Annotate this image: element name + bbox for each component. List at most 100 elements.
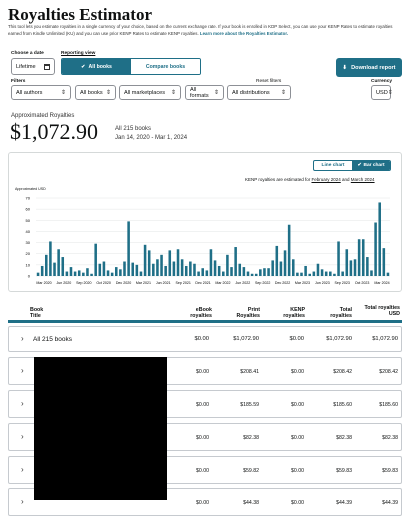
chart-bar[interactable] xyxy=(127,221,130,276)
chart-bar[interactable] xyxy=(61,257,65,276)
filter-marketplaces[interactable]: All marketplaces ⇕ xyxy=(119,85,181,100)
chart-bar[interactable] xyxy=(119,269,122,276)
date-picker[interactable]: Lifetime xyxy=(11,58,55,75)
chart-bar[interactable] xyxy=(94,243,97,276)
chart-bar[interactable] xyxy=(320,269,324,276)
chart-bar[interactable] xyxy=(193,263,196,276)
chart-bar[interactable] xyxy=(366,257,369,276)
chart-bar[interactable] xyxy=(382,248,386,276)
chart-bar[interactable] xyxy=(69,267,73,276)
chart-bar[interactable] xyxy=(209,249,213,276)
chart-bar[interactable] xyxy=(197,271,200,276)
chart-bar[interactable] xyxy=(308,273,312,276)
reset-filters-link[interactable]: Reset filters xyxy=(256,79,281,84)
all-books-toggle[interactable]: ✔ All books xyxy=(62,59,131,74)
chart-bar[interactable] xyxy=(300,272,303,276)
chart-bar[interactable] xyxy=(267,268,270,276)
chart-bar[interactable] xyxy=(160,254,163,276)
chart-bar[interactable] xyxy=(378,202,381,276)
chart-bar[interactable] xyxy=(180,259,184,276)
chart-bar[interactable] xyxy=(234,247,237,276)
chart-bar[interactable] xyxy=(106,270,110,276)
chart-bar[interactable] xyxy=(73,271,77,276)
chart-bar[interactable] xyxy=(304,265,307,276)
chart-bar[interactable] xyxy=(345,249,349,276)
chart-bar[interactable] xyxy=(164,265,167,276)
chart-bar[interactable] xyxy=(86,268,89,276)
chevron-right-icon[interactable]: › xyxy=(21,497,24,506)
chart-bar[interactable] xyxy=(246,271,250,276)
chart-bar[interactable] xyxy=(168,250,172,276)
chart-bar[interactable] xyxy=(40,265,44,276)
chart-bar[interactable] xyxy=(349,260,353,276)
currency-select[interactable]: USD ⇕ xyxy=(371,85,393,100)
chart-bar[interactable] xyxy=(213,260,217,276)
chart-bar[interactable] xyxy=(361,239,365,276)
chart-bar[interactable] xyxy=(98,263,102,276)
chart-bar[interactable] xyxy=(230,267,233,276)
chart-bar[interactable] xyxy=(135,264,139,276)
chart-bar[interactable] xyxy=(172,261,176,276)
chart-bar[interactable] xyxy=(57,249,60,276)
chart-bar[interactable] xyxy=(329,271,332,276)
chevron-right-icon[interactable]: › xyxy=(21,334,24,343)
filter-distributions[interactable]: All distributions ⇕ xyxy=(227,85,291,100)
chart-bar[interactable] xyxy=(139,271,143,276)
chart-bar[interactable] xyxy=(357,239,361,276)
chart-bar[interactable] xyxy=(201,268,204,276)
chart-bar[interactable] xyxy=(370,270,373,276)
filter-authors[interactable]: All authors ⇕ xyxy=(11,85,71,100)
chart-bar[interactable] xyxy=(242,267,246,276)
chart-bar[interactable] xyxy=(152,263,155,276)
chart-bar[interactable] xyxy=(275,245,279,276)
chart-bar[interactable] xyxy=(259,269,262,276)
chart-bar[interactable] xyxy=(90,273,93,276)
chart-bar[interactable] xyxy=(333,273,336,276)
chart-bar[interactable] xyxy=(337,241,340,276)
chart-bar[interactable] xyxy=(222,271,225,276)
chart-bar[interactable] xyxy=(271,260,274,276)
compare-books-toggle[interactable]: Compare books xyxy=(131,59,200,74)
chart-bar[interactable] xyxy=(156,259,159,276)
chart-bar[interactable] xyxy=(45,254,48,276)
chart-bar[interactable] xyxy=(250,273,254,276)
learn-more-link[interactable]: Learn more about the Royalties Estimator… xyxy=(200,31,288,36)
kenp-mar-link[interactable]: March 2024 xyxy=(351,177,375,182)
chart-bar[interactable] xyxy=(263,268,266,276)
kenp-feb-link[interactable]: February 2024 xyxy=(311,177,340,182)
table-row-all-books[interactable]: › All 215 books $0.00 $1,072.90 $0.00 $1… xyxy=(8,326,402,352)
bar-chart-toggle[interactable]: ✔ Bar chart xyxy=(352,161,390,170)
chart-bar[interactable] xyxy=(184,265,188,276)
chart-bar[interactable] xyxy=(189,261,192,276)
line-chart-toggle[interactable]: Line chart xyxy=(314,161,352,170)
chevron-right-icon[interactable]: › xyxy=(21,399,24,408)
chart-bar[interactable] xyxy=(53,262,56,276)
chart-bar[interactable] xyxy=(131,262,135,276)
filter-books[interactable]: All books ⇕ xyxy=(75,85,116,100)
chart-bar[interactable] xyxy=(77,270,81,276)
chart-bar[interactable] xyxy=(123,261,126,276)
chart-bar[interactable] xyxy=(226,254,229,276)
chart-bar[interactable] xyxy=(110,272,114,276)
chart-bar[interactable] xyxy=(316,263,320,276)
chart-bar[interactable] xyxy=(147,250,151,276)
chart-bar[interactable] xyxy=(386,272,390,276)
chart-bar[interactable] xyxy=(291,259,295,276)
chart-bar[interactable] xyxy=(279,261,283,276)
chart-bar[interactable] xyxy=(205,270,209,276)
chart-bar[interactable] xyxy=(324,271,328,276)
download-report-button[interactable]: ⬇ Download report xyxy=(336,58,402,77)
chart-bar[interactable] xyxy=(374,222,377,276)
chart-bar[interactable] xyxy=(296,272,299,276)
chart-bar[interactable] xyxy=(176,249,180,276)
chart-bar[interactable] xyxy=(36,272,40,276)
chart-bar[interactable] xyxy=(65,271,69,276)
chevron-right-icon[interactable]: › xyxy=(21,432,24,441)
chevron-right-icon[interactable]: › xyxy=(21,465,24,474)
chart-bar[interactable] xyxy=(102,261,106,276)
chart-bar[interactable] xyxy=(283,250,287,276)
chart-bar[interactable] xyxy=(238,263,242,276)
chart-bar[interactable] xyxy=(217,265,221,276)
chart-bar[interactable] xyxy=(353,259,357,276)
chart-bar[interactable] xyxy=(312,271,316,276)
